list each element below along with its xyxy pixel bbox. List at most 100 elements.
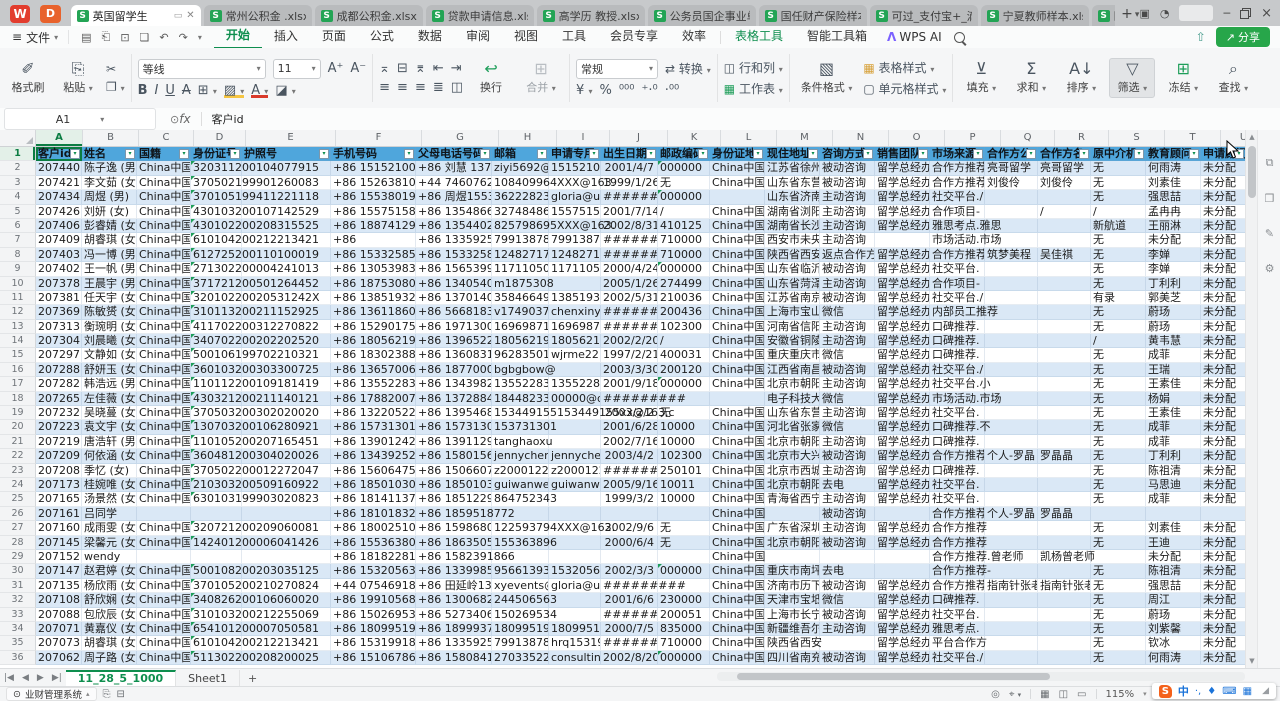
filter-dropdown-icon[interactable]: ▾ [753, 149, 763, 159]
cell[interactable]: 任天宇 (女 [82, 291, 137, 305]
cell[interactable]: China中国 [137, 564, 191, 578]
cell[interactable]: 835000 [658, 622, 710, 636]
cell[interactable]: 口碑推荐. [930, 435, 985, 449]
align-center-icon[interactable]: ≡ [397, 80, 408, 95]
cell[interactable]: 207440 [36, 161, 82, 175]
first-sheet-icon[interactable]: |◀ [0, 673, 18, 683]
cell[interactable]: 230000 [658, 593, 710, 607]
cell[interactable] [549, 435, 601, 449]
number-format-select[interactable]: 常规▾ [576, 59, 658, 79]
cell[interactable] [1038, 190, 1091, 204]
filter-dropdown-icon[interactable]: ▾ [480, 149, 490, 159]
cell[interactable]: 刘素佳 [1146, 521, 1201, 535]
cell[interactable]: 黄嘉仪 (女 [82, 622, 137, 636]
cell[interactable] [985, 190, 1038, 204]
quick-access-chevron-icon[interactable]: ▾ [198, 33, 202, 42]
cell[interactable] [820, 550, 875, 564]
cell[interactable]: 360103200303300725 [191, 363, 242, 377]
cell[interactable]: China中国 [137, 291, 191, 305]
sheet-tab-Sheet1[interactable]: Sheet1 [176, 670, 240, 687]
cell[interactable]: 国籍▾ [137, 147, 191, 161]
cell[interactable]: 956613934 [492, 564, 549, 578]
cell[interactable]: 汤景然 (女 [82, 492, 137, 506]
cell[interactable]: 151521001 [549, 161, 601, 175]
cell[interactable]: 亮哥留学 [985, 161, 1038, 175]
cell[interactable]: 留学总经办 [875, 536, 930, 550]
cell[interactable]: 微信 [820, 305, 875, 319]
cell[interactable] [1038, 291, 1091, 305]
cell[interactable]: +86 1343982452 [416, 377, 492, 391]
last-sheet-icon[interactable]: ▶| [48, 673, 66, 683]
cell[interactable]: 咨询方式▾ [820, 147, 875, 161]
cell[interactable]: 成菲 [1146, 435, 1201, 449]
cell[interactable]: China中国 [137, 348, 191, 362]
column-header-M[interactable]: M [777, 130, 833, 146]
filter-dropdown-icon[interactable]: ▾ [698, 149, 708, 159]
cell[interactable]: 未分配 [1201, 550, 1246, 564]
cell[interactable]: 合作方推荐 [930, 579, 985, 593]
cell[interactable]: +86 1863505000 [416, 536, 492, 550]
row-number[interactable]: 23 [0, 464, 36, 478]
font-size-select[interactable]: 11▾ [273, 59, 321, 79]
cell[interactable]: 169698712 [549, 320, 601, 334]
cell[interactable]: 310103200212255069 [191, 608, 242, 622]
cell[interactable]: China中国 [710, 363, 765, 377]
prev-sheet-icon[interactable]: ◀ [18, 673, 33, 683]
cell[interactable]: China中国 [137, 521, 191, 535]
upload-cloud-icon[interactable]: ⇧ [1196, 30, 1206, 44]
cell[interactable]: 周煜 (男) [82, 190, 137, 204]
row-number[interactable]: 36 [0, 651, 36, 665]
cell[interactable]: 北京市朝阳 [765, 536, 820, 550]
cell[interactable]: 370502199901260083 [191, 176, 242, 190]
cell[interactable]: +86 18302388 [331, 348, 416, 362]
cell[interactable]: 184482332 [492, 392, 549, 406]
cell[interactable]: 430103200107142529 [191, 205, 242, 219]
cell[interactable]: 无 [1091, 521, 1146, 535]
cell[interactable]: 被动咨询 [820, 507, 875, 521]
cell[interactable]: 河南省信阳 [765, 320, 820, 334]
row-number[interactable]: 7 [0, 233, 36, 247]
cell[interactable]: 留学总经办 [875, 464, 930, 478]
cell[interactable]: 未分配 [1201, 320, 1246, 334]
cell[interactable]: 陈子逸 (男 [82, 161, 137, 175]
cell[interactable]: 筑梦美程 [985, 248, 1038, 262]
sogou-logo-icon[interactable]: S [1159, 685, 1172, 698]
cell[interactable]: 138519326 [549, 291, 601, 305]
cell[interactable]: China中国 [137, 262, 191, 276]
cell[interactable]: 上海市长宁 [765, 608, 820, 622]
cell[interactable]: 王丽淋 [1146, 219, 1201, 233]
export-icon[interactable]: ⎗ [102, 30, 111, 44]
cell[interactable]: +86 1391129694 [416, 435, 492, 449]
cell[interactable]: 207434 [36, 190, 82, 204]
cell[interactable]: China中国 [137, 420, 191, 434]
cell[interactable]: 留学总经办 [875, 305, 930, 319]
cell[interactable]: 2001/6/28 [601, 420, 658, 434]
cell[interactable]: 370502200012272047 [191, 464, 242, 478]
ime-punctuation-icon[interactable]: ·, [1195, 686, 1201, 697]
cell[interactable]: 10000 [658, 435, 710, 449]
cell[interactable]: 000000 [658, 564, 710, 578]
document-tab[interactable]: S英国留学生▭✕ [71, 5, 201, 26]
cell[interactable]: 个人-罗晶 [985, 507, 1038, 521]
cell[interactable]: 出生日期▾ [601, 147, 658, 161]
cell[interactable]: 未分配 [1201, 521, 1246, 535]
cell[interactable]: 155363896 [492, 536, 549, 550]
cell[interactable]: 罗晶晶 [1038, 449, 1091, 463]
cell[interactable]: +86 1354866895 [416, 205, 492, 219]
paste-button[interactable]: ⎘ 粘贴 ▾ [56, 59, 100, 97]
cell[interactable]: 合作方推荐.曾老师 [930, 550, 985, 564]
cell[interactable]: 袁文宇 (女 [82, 420, 137, 434]
cell[interactable]: China中国 [137, 305, 191, 319]
row-number[interactable]: 13 [0, 320, 36, 334]
cell[interactable]: +44 7460762888 [416, 176, 492, 190]
cell[interactable]: 市场活动.市场 [930, 233, 985, 247]
column-header-B[interactable]: B [83, 130, 139, 146]
globe-icon[interactable]: ◔ [1160, 7, 1170, 20]
row-number[interactable]: 32 [0, 593, 36, 607]
add-sheet-button[interactable]: + [240, 672, 265, 685]
redo-icon[interactable]: ↷ [179, 31, 188, 44]
cell[interactable]: China中国 [137, 233, 191, 247]
cell[interactable]: 207173 [36, 478, 82, 492]
cell[interactable]: 无 [1091, 161, 1146, 175]
cell[interactable]: +86 15319918 [331, 636, 416, 650]
